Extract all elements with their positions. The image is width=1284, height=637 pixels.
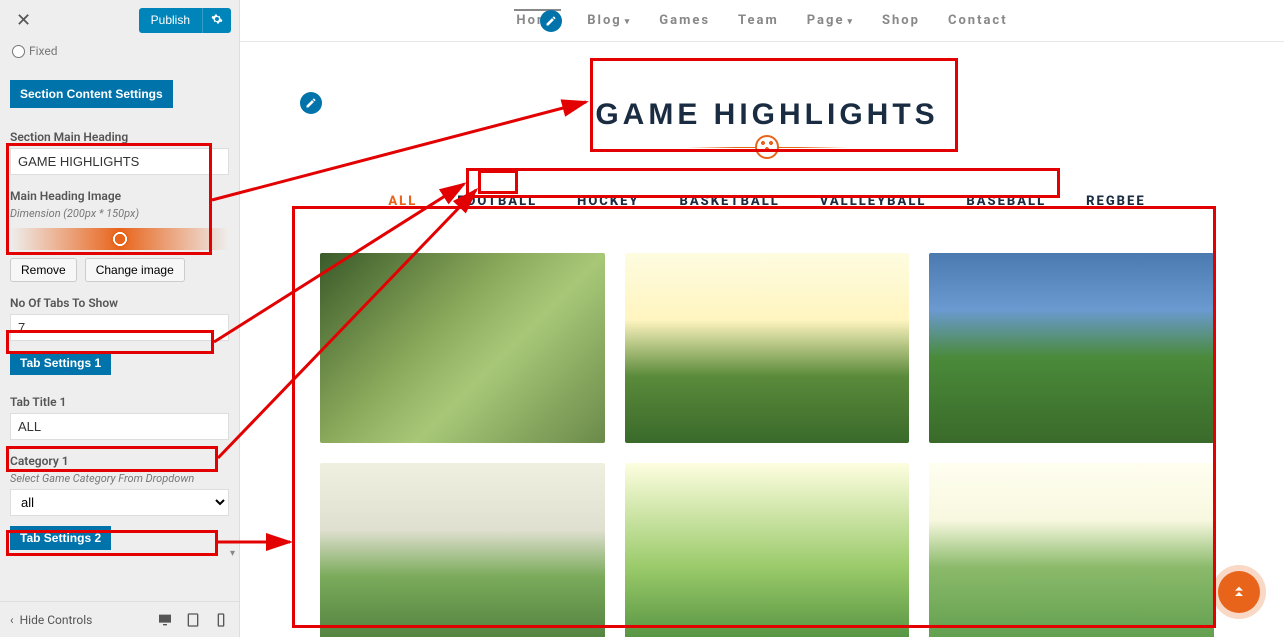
tab-basketball[interactable]: BASKETBALL (674, 192, 786, 211)
remove-image-button[interactable]: Remove (10, 258, 77, 282)
gallery-item[interactable] (625, 253, 910, 443)
chevron-down-icon: ▾ (847, 17, 854, 27)
nav-games[interactable]: Games (657, 9, 712, 32)
tab-title-1-label: Tab Title 1 (10, 395, 229, 409)
publish-settings-button[interactable] (202, 8, 231, 33)
filter-tabs: ALL FOOTBALL HOCKEY BASKETBALL VALLLEYBA… (354, 184, 1179, 219)
nav-blog[interactable]: Blog▾ (585, 9, 633, 32)
page-title: GAME HIGHLIGHTS (595, 98, 938, 132)
chevron-down-icon: ▾ (625, 17, 632, 27)
main-content: GAME HIGHLIGHTS ALL FOOTBALL HOCKEY BASK… (240, 42, 1284, 637)
fixed-radio[interactable] (12, 45, 25, 58)
customizer-sidebar: ✕ Publish Fixed Section Content Settings… (0, 0, 240, 637)
preview-pane: Home Blog▾ Games Team Page▾ Shop Contact… (240, 0, 1284, 637)
chevron-left-icon: ‹ (10, 613, 14, 627)
no-tabs-label: No Of Tabs To Show (10, 296, 229, 310)
mobile-icon[interactable] (213, 612, 229, 628)
gallery-item[interactable] (320, 463, 605, 637)
change-image-button[interactable]: Change image (85, 258, 185, 282)
tab-settings-1-button[interactable]: Tab Settings 1 (10, 351, 111, 375)
main-heading-label: Section Main Heading (10, 130, 229, 144)
gallery-grid (300, 237, 1234, 637)
sidebar-scroll[interactable]: Fixed Section Content Settings Section M… (0, 40, 239, 601)
tab-title-1-input[interactable] (10, 413, 229, 440)
scroll-more-icon: ▾ (230, 548, 235, 559)
site-top-nav: Home Blog▾ Games Team Page▾ Shop Contact (240, 0, 1284, 42)
scroll-top-button[interactable] (1218, 571, 1260, 613)
fixed-radio-label: Fixed (29, 44, 58, 58)
nav-contact[interactable]: Contact (946, 9, 1010, 32)
gallery-item[interactable] (929, 253, 1214, 443)
main-heading-input[interactable] (10, 148, 229, 175)
sidebar-footer: ‹ Hide Controls (0, 601, 239, 637)
gallery-item[interactable] (320, 253, 605, 443)
sidebar-header: ✕ Publish (0, 0, 239, 40)
tab-football[interactable]: FOOTBALL (451, 192, 543, 211)
pencil-icon (305, 97, 317, 109)
nav-shop[interactable]: Shop (880, 9, 922, 32)
tab-baseball[interactable]: BASEBALL (960, 192, 1052, 211)
heading-divider-icon (687, 140, 847, 154)
tab-vallleyball[interactable]: VALLLEYBALL (814, 192, 933, 211)
gallery-item[interactable] (929, 463, 1214, 637)
nav-page[interactable]: Page▾ (805, 9, 856, 32)
heading-box: GAME HIGHLIGHTS (539, 80, 994, 168)
device-preview-group (157, 612, 229, 628)
close-button[interactable]: ✕ (8, 6, 39, 35)
publish-group: Publish (139, 8, 231, 33)
nav-edit-badge[interactable] (540, 10, 562, 32)
gallery-item[interactable] (625, 463, 910, 637)
publish-button[interactable]: Publish (139, 8, 202, 33)
tab-regbee[interactable]: REGBEE (1080, 192, 1152, 211)
hide-controls-label: Hide Controls (20, 613, 93, 627)
tab-all[interactable]: ALL (382, 192, 423, 211)
desktop-icon[interactable] (157, 612, 173, 628)
tab-hockey[interactable]: HOCKEY (571, 192, 645, 211)
section-content-settings-button[interactable]: Section Content Settings (10, 80, 173, 108)
category-1-hint: Select Game Category From Dropdown (10, 472, 229, 485)
image-buttons-row: Remove Change image (10, 258, 229, 282)
fixed-radio-row: Fixed (10, 40, 229, 66)
pencil-icon (545, 15, 557, 27)
section-edit-badge[interactable] (300, 92, 322, 114)
hide-controls-button[interactable]: ‹ Hide Controls (10, 613, 92, 627)
nav-team[interactable]: Team (736, 9, 781, 32)
tab-settings-2-button[interactable]: Tab Settings 2 (10, 526, 111, 550)
main-heading-image-preview (10, 228, 229, 250)
main-heading-image-hint: Dimension (200px * 150px) (10, 207, 229, 220)
gear-icon (211, 13, 223, 25)
no-tabs-input[interactable] (10, 314, 229, 341)
tablet-icon[interactable] (185, 612, 201, 628)
category-1-select[interactable]: all (10, 489, 229, 516)
category-1-label: Category 1 (10, 454, 229, 468)
double-chevron-up-icon (1231, 584, 1247, 600)
main-heading-image-label: Main Heading Image (10, 189, 229, 203)
